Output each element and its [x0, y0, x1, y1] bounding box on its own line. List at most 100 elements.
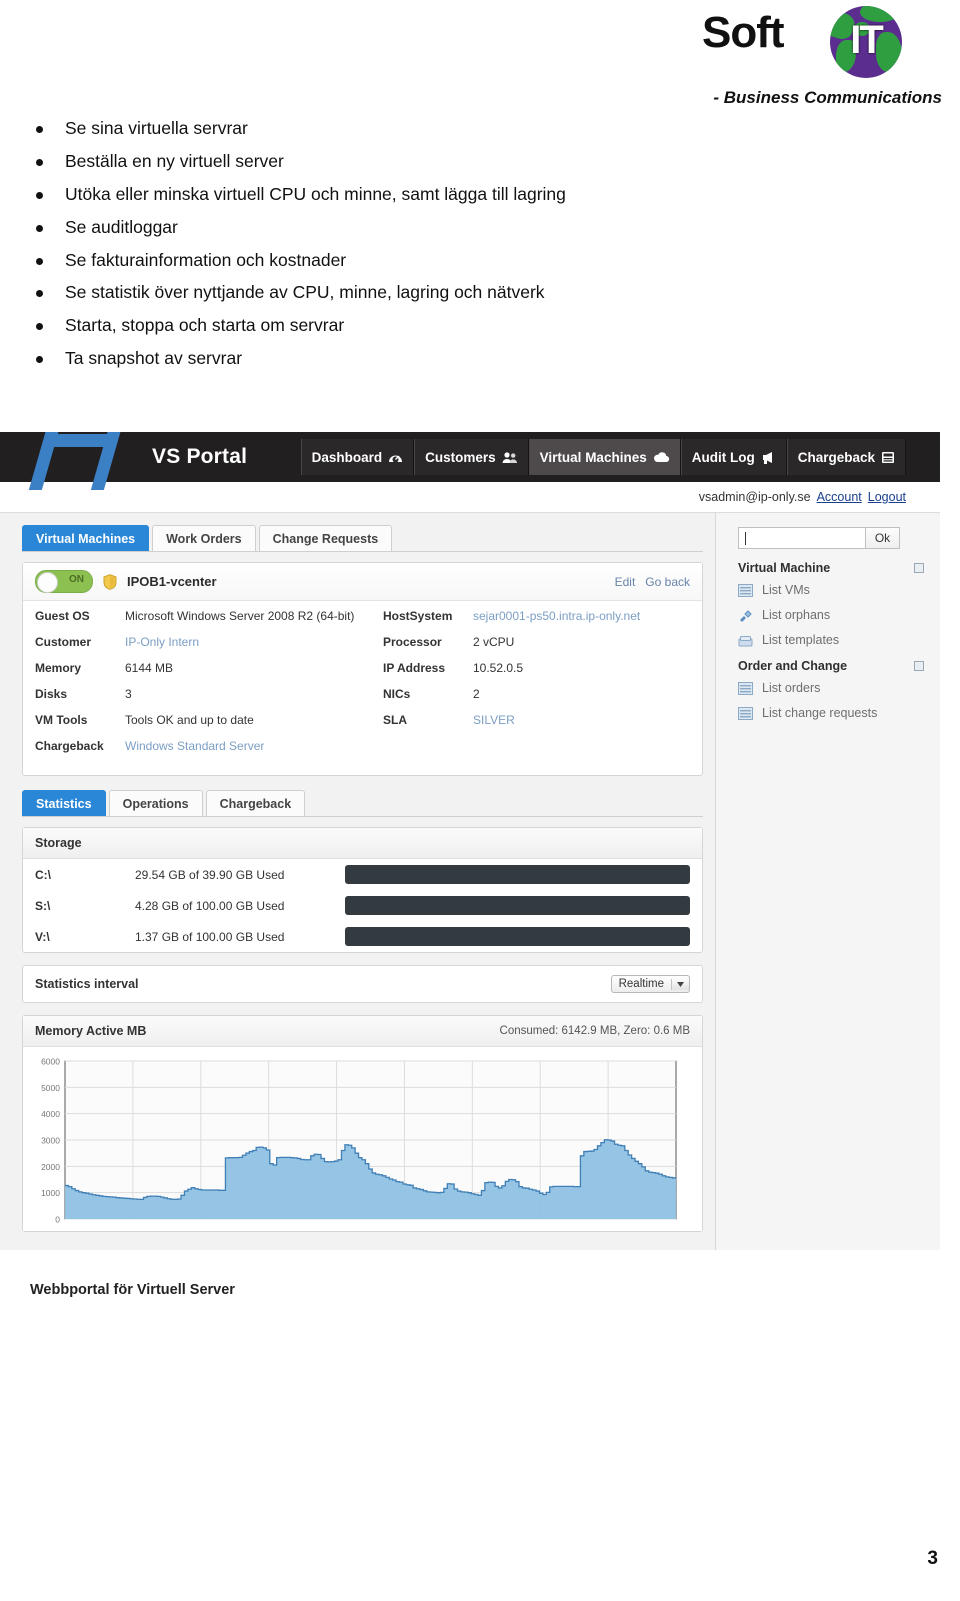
- tab-change-requests[interactable]: Change Requests: [258, 525, 393, 551]
- vm-panel-header: ON IPOB1-vcenter Edit Go back: [23, 563, 702, 601]
- nav-tab-virtual-machines[interactable]: Virtual Machines: [528, 439, 681, 475]
- sidebar-item-label: List change requests: [762, 706, 878, 720]
- bullet-text: Starta, stoppa och starta om servrar: [65, 315, 345, 336]
- nav-tab-audit-log[interactable]: Audit Log: [680, 439, 787, 475]
- sidebar-item-list-change-requests[interactable]: List change requests: [738, 706, 924, 720]
- go-back-link[interactable]: Go back: [645, 575, 690, 589]
- window-list-icon: [738, 706, 753, 720]
- detail-row: Memory 6144 MB: [35, 661, 383, 687]
- detail-value[interactable]: sejar0001-ps50.intra.ip-only.net: [473, 609, 640, 623]
- collapse-box-icon[interactable]: [914, 661, 924, 671]
- sidebar-item-list-templates[interactable]: List templates: [738, 633, 924, 647]
- sidebar-item-list-orders[interactable]: List orders: [738, 681, 924, 695]
- power-toggle[interactable]: ON: [35, 570, 93, 593]
- collapse-box-icon[interactable]: [914, 563, 924, 573]
- storage-row: V:\ 1.37 GB of 100.00 GB Used: [23, 921, 702, 952]
- svg-text:5000: 5000: [41, 1083, 60, 1093]
- stack-icon: [738, 634, 753, 647]
- vm-header-actions: Edit Go back: [615, 575, 690, 589]
- tab-operations[interactable]: Operations: [108, 790, 203, 816]
- tab-chargeback-sub[interactable]: Chargeback: [205, 790, 306, 816]
- detail-row: NICs 2: [383, 687, 640, 713]
- nav-tab-chargeback[interactable]: Chargeback: [786, 439, 906, 475]
- logo-it-text: IT: [850, 17, 884, 62]
- detail-value: 10.52.0.5: [473, 661, 524, 675]
- svg-text:3000: 3000: [41, 1136, 60, 1146]
- nav-label: Chargeback: [797, 449, 875, 465]
- tab-work-orders[interactable]: Work Orders: [152, 525, 256, 551]
- edit-link[interactable]: Edit: [615, 575, 636, 589]
- sidebar-section-title: Order and Change: [738, 659, 848, 673]
- search-input[interactable]: [738, 527, 866, 549]
- detail-key: Disks: [35, 687, 68, 701]
- sidebar-item-label: List templates: [762, 633, 840, 647]
- sidebar-item-label: List orphans: [762, 608, 831, 622]
- list-item: Se auditloggar: [36, 217, 696, 239]
- cloud-icon: [653, 451, 670, 463]
- detail-row: SLA SILVER: [383, 713, 640, 739]
- drive-label: V:\: [35, 929, 50, 944]
- portal-screenshot: VS Portal Dashboard Customers Virtual Ma…: [0, 432, 940, 1250]
- detail-key: Memory: [35, 661, 82, 675]
- logo-tagline: - Business Communications: [713, 88, 942, 107]
- drive-usage-text: 1.37 GB of 100.00 GB Used: [135, 929, 285, 944]
- detail-value: Microsoft Windows Server 2008 R2 (64-bit…: [125, 609, 355, 623]
- storage-progress-bar: [345, 927, 690, 946]
- statistics-interval-label: Statistics interval: [35, 977, 139, 991]
- search-ok-button[interactable]: Ok: [866, 527, 900, 549]
- window-list-icon: [738, 583, 753, 597]
- bullet-text: Se auditloggar: [65, 216, 178, 237]
- tab-statistics[interactable]: Statistics: [22, 790, 106, 816]
- detail-row: IP Address 10.52.0.5: [383, 661, 640, 687]
- tab-virtual-machines[interactable]: Virtual Machines: [22, 525, 150, 551]
- statistics-interval-panel: Statistics interval Realtime: [22, 965, 703, 1003]
- page-number: 3: [927, 1548, 938, 1569]
- logout-link[interactable]: Logout: [868, 490, 906, 504]
- statistics-interval-row: Statistics interval Realtime: [23, 966, 702, 1002]
- detail-value[interactable]: SILVER: [473, 713, 515, 727]
- interval-select[interactable]: Realtime: [610, 975, 690, 993]
- bullet-dot-icon: [36, 126, 43, 133]
- sidebar-item-list-orphans[interactable]: List orphans: [738, 608, 924, 622]
- bullet-text: Utöka eller minska virtuell CPU och minn…: [65, 183, 566, 204]
- logo-soft-text: Soft: [702, 8, 785, 57]
- people-icon: [502, 451, 518, 464]
- nav-label: Dashboard: [311, 449, 383, 465]
- drive-label: C:\: [35, 867, 51, 882]
- vm-detail-panel: ON IPOB1-vcenter Edit Go back Guest OS Mi…: [22, 562, 703, 776]
- nav-tab-dashboard[interactable]: Dashboard: [300, 439, 415, 475]
- detail-value: 2: [473, 687, 480, 701]
- bullet-dot-icon: [36, 323, 43, 331]
- text-caret: [745, 531, 746, 545]
- bullet-dot-icon: [36, 191, 43, 199]
- detail-row: Chargeback Windows Standard Server: [35, 739, 383, 765]
- detail-value[interactable]: Windows Standard Server: [125, 739, 264, 753]
- bullet-text: Ta snapshot av servrar: [65, 348, 243, 369]
- memory-panel-title: Memory Active MB: [35, 1024, 147, 1038]
- sidebar-section-title: Virtual Machine: [738, 561, 831, 575]
- detail-value[interactable]: IP-Only Intern: [125, 635, 199, 649]
- list-item: Beställa en ny virtuell server: [36, 151, 696, 173]
- detail-key: IP Address: [383, 661, 446, 675]
- bullet-dot-icon: [36, 224, 43, 232]
- list-item: Se sina virtuella servrar: [36, 118, 696, 140]
- sidebar-section-order-and-change: Order and Change: [738, 659, 924, 673]
- sidebar-item-label: List orders: [762, 681, 821, 695]
- detail-key: Guest OS: [35, 609, 90, 623]
- account-link[interactable]: Account: [817, 490, 862, 504]
- memory-active-area-chart: 0 1000 2000 3000 4000 5000 6000: [41, 1057, 677, 1225]
- interval-selected-value: Realtime: [618, 978, 664, 990]
- portal-body: Virtual Machines Work Orders Change Requ…: [0, 513, 940, 1250]
- vm-details-right: HostSystem sejar0001-ps50.intra.ip-only.n…: [383, 609, 640, 765]
- drive-usage-text: 4.28 GB of 100.00 GB Used: [135, 898, 285, 913]
- nav-tab-customers[interactable]: Customers: [414, 439, 529, 475]
- storage-title-text: Storage: [35, 836, 82, 850]
- memory-chart-panel: Memory Active MB Consumed: 6142.9 MB, Ze…: [22, 1015, 703, 1232]
- detail-key: Chargeback: [35, 739, 104, 753]
- sidebar-item-list-vms[interactable]: List VMs: [738, 583, 924, 597]
- logo-wordmark: Soft IT: [694, 4, 942, 84]
- nav-label: Virtual Machines: [539, 449, 647, 465]
- detail-value: 3: [125, 687, 132, 701]
- bullet-dot-icon: [36, 158, 43, 166]
- svg-text:4000: 4000: [41, 1109, 60, 1119]
